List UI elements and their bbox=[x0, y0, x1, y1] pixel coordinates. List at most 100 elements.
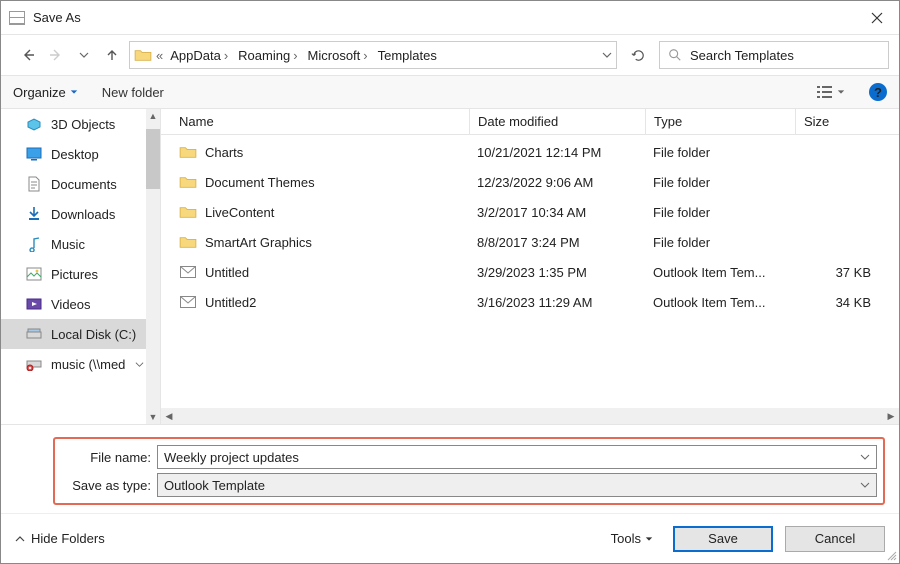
column-size[interactable]: Size bbox=[795, 109, 899, 134]
file-type: File folder bbox=[645, 175, 795, 190]
scroll-right-icon[interactable]: ▶ bbox=[883, 411, 899, 422]
toolbar: Organize New folder ? bbox=[1, 75, 899, 109]
file-row[interactable]: Document Themes12/23/2022 9:06 AMFile fo… bbox=[161, 167, 899, 197]
file-date: 3/2/2017 10:34 AM bbox=[469, 205, 645, 220]
sidebar-item-3d-objects[interactable]: 3D Objects bbox=[1, 109, 146, 139]
search-input[interactable]: Search Templates bbox=[659, 41, 889, 69]
address-dropdown[interactable] bbox=[602, 48, 612, 63]
chevron-down-icon bbox=[79, 50, 89, 60]
desktop-icon bbox=[25, 146, 43, 162]
new-folder-button[interactable]: New folder bbox=[102, 85, 164, 100]
chevron-down-icon bbox=[602, 50, 612, 60]
back-button[interactable] bbox=[17, 44, 39, 66]
breadcrumb-templates[interactable]: Templates bbox=[375, 48, 440, 63]
file-date: 8/8/2017 3:24 PM bbox=[469, 235, 645, 250]
column-type[interactable]: Type bbox=[645, 109, 795, 134]
scroll-up-icon[interactable]: ▲ bbox=[146, 109, 160, 123]
file-row[interactable]: LiveContent3/2/2017 10:34 AMFile folder bbox=[161, 197, 899, 227]
horizontal-scrollbar[interactable]: ◀ ▶ bbox=[161, 408, 899, 424]
file-size: 37 KB bbox=[795, 265, 899, 280]
tools-menu[interactable]: Tools bbox=[611, 531, 653, 546]
sidebar-scrollbar[interactable]: ▲ ▼ bbox=[146, 109, 160, 424]
refresh-button[interactable] bbox=[623, 41, 653, 69]
file-type: Outlook Item Tem... bbox=[645, 265, 795, 280]
breadcrumb-roaming[interactable]: Roaming› bbox=[235, 48, 300, 63]
file-type: File folder bbox=[645, 205, 795, 220]
sidebar-item-documents[interactable]: Documents bbox=[1, 169, 146, 199]
forward-button[interactable] bbox=[45, 44, 67, 66]
file-type: File folder bbox=[645, 145, 795, 160]
chevron-up-icon bbox=[15, 534, 25, 544]
breadcrumb-microsoft[interactable]: Microsoft› bbox=[305, 48, 371, 63]
file-pane: Name Date modified Type Size Charts10/21… bbox=[161, 109, 899, 424]
file-size: 34 KB bbox=[795, 295, 899, 310]
chevron-down-icon[interactable] bbox=[860, 452, 870, 462]
up-button[interactable] bbox=[101, 44, 123, 66]
caret-down-icon bbox=[645, 535, 653, 543]
save-button[interactable]: Save bbox=[673, 526, 773, 552]
scroll-left-icon[interactable]: ◀ bbox=[161, 411, 177, 422]
search-icon bbox=[668, 48, 682, 62]
caret-down-icon bbox=[70, 88, 78, 96]
file-name: SmartArt Graphics bbox=[205, 235, 312, 250]
file-row[interactable]: Untitled23/16/2023 11:29 AMOutlook Item … bbox=[161, 287, 899, 317]
sidebar-item-network-music[interactable]: music (\\med bbox=[1, 349, 146, 379]
sidebar: 3D Objects Desktop Documents Downloads M… bbox=[1, 109, 161, 424]
view-options-button[interactable] bbox=[817, 85, 845, 99]
close-button[interactable] bbox=[855, 1, 899, 35]
arrow-right-icon bbox=[49, 48, 63, 62]
arrow-left-icon bbox=[21, 48, 35, 62]
scroll-down-icon[interactable]: ▼ bbox=[146, 410, 160, 424]
chevron-down-icon bbox=[135, 357, 146, 372]
caret-down-icon bbox=[837, 88, 845, 96]
dialog-body: 3D Objects Desktop Documents Downloads M… bbox=[1, 109, 899, 424]
folder-icon bbox=[179, 175, 197, 189]
chevron-right-icon: › bbox=[293, 48, 297, 63]
sidebar-item-downloads[interactable]: Downloads bbox=[1, 199, 146, 229]
recent-dropdown[interactable] bbox=[73, 44, 95, 66]
file-date: 10/21/2021 12:14 PM bbox=[469, 145, 645, 160]
file-row[interactable]: Untitled3/29/2023 1:35 PMOutlook Item Te… bbox=[161, 257, 899, 287]
scroll-thumb[interactable] bbox=[146, 129, 160, 189]
sidebar-item-videos[interactable]: Videos bbox=[1, 289, 146, 319]
file-row[interactable]: Charts10/21/2021 12:14 PMFile folder bbox=[161, 137, 899, 167]
save-as-dialog: Save As « AppData› Roaming› Microsoft› T… bbox=[0, 0, 900, 564]
chevron-down-icon bbox=[860, 480, 870, 490]
resize-grip-icon[interactable] bbox=[885, 549, 897, 561]
cancel-button[interactable]: Cancel bbox=[785, 526, 885, 552]
column-date[interactable]: Date modified bbox=[469, 109, 645, 134]
file-name: Document Themes bbox=[205, 175, 315, 190]
address-bar[interactable]: « AppData› Roaming› Microsoft› Templates bbox=[129, 41, 617, 69]
documents-icon bbox=[25, 176, 43, 192]
sidebar-item-pictures[interactable]: Pictures bbox=[1, 259, 146, 289]
save-type-dropdown[interactable]: Outlook Template bbox=[157, 473, 877, 497]
column-headers: Name Date modified Type Size bbox=[161, 109, 899, 135]
breadcrumb-appdata[interactable]: AppData› bbox=[167, 48, 231, 63]
highlight-box: File name: Weekly project updates Save a… bbox=[53, 437, 885, 505]
file-name: Untitled bbox=[205, 265, 249, 280]
sidebar-item-local-disk[interactable]: Local Disk (C:) bbox=[1, 319, 146, 349]
arrow-up-icon bbox=[105, 48, 119, 62]
breadcrumb-prefix: « bbox=[156, 48, 163, 63]
folder-icon bbox=[134, 48, 152, 62]
chevron-right-icon: › bbox=[224, 48, 228, 63]
help-button[interactable]: ? bbox=[869, 83, 887, 101]
file-row[interactable]: SmartArt Graphics8/8/2017 3:24 PMFile fo… bbox=[161, 227, 899, 257]
organize-menu[interactable]: Organize bbox=[13, 85, 78, 100]
filename-section: File name: Weekly project updates Save a… bbox=[1, 424, 899, 513]
file-date: 3/16/2023 11:29 AM bbox=[469, 295, 645, 310]
refresh-icon bbox=[631, 48, 646, 63]
file-name: Untitled2 bbox=[205, 295, 256, 310]
column-name[interactable]: Name bbox=[179, 114, 469, 129]
objects-icon bbox=[25, 116, 43, 132]
save-type-label: Save as type: bbox=[61, 478, 151, 493]
filename-input[interactable]: Weekly project updates bbox=[157, 445, 877, 469]
chevron-right-icon: › bbox=[363, 48, 367, 63]
hide-folders-button[interactable]: Hide Folders bbox=[15, 531, 105, 546]
sidebar-item-desktop[interactable]: Desktop bbox=[1, 139, 146, 169]
network-drive-icon bbox=[25, 356, 43, 372]
close-icon bbox=[871, 12, 883, 24]
title-bar: Save As bbox=[1, 1, 899, 35]
music-icon bbox=[25, 236, 43, 252]
sidebar-item-music[interactable]: Music bbox=[1, 229, 146, 259]
